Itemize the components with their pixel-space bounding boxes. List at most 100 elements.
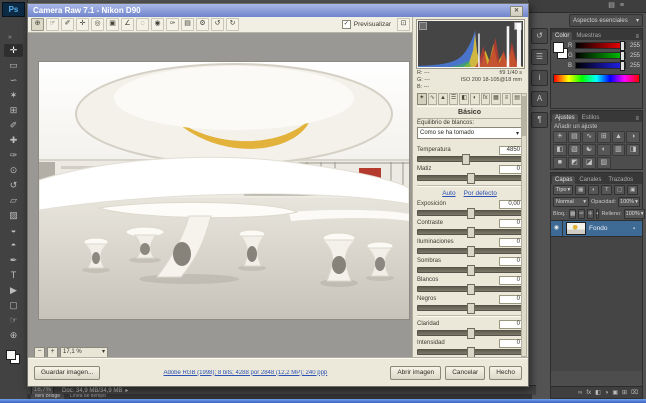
fill-value[interactable]: 100% ▾ <box>624 209 646 219</box>
adjustment-exposure-icon[interactable]: ⊞ <box>597 131 611 143</box>
slider-track[interactable] <box>417 248 522 254</box>
slider-value[interactable]: 0 <box>499 165 522 174</box>
layer-visibility-eye-icon[interactable]: ◉ <box>551 221 563 236</box>
zoom-tool-icon[interactable]: ⊕ <box>4 329 23 342</box>
foreground-color-swatch[interactable] <box>6 350 16 360</box>
tab-trazados[interactable]: Trazados <box>605 176 636 184</box>
slider-value[interactable]: 4850 <box>499 146 522 155</box>
spot-removal-tool-icon[interactable]: ◌ <box>136 18 149 31</box>
tab-ajustes[interactable]: Ajustes <box>552 114 578 122</box>
preferences-icon[interactable]: ⚙ <box>196 18 209 31</box>
marquee-tool-icon[interactable]: ▭ <box>4 59 23 72</box>
adjustment-vibrance-icon[interactable]: ▲ <box>612 131 626 143</box>
slider-value[interactable]: 0 <box>499 295 522 304</box>
tab-camera-calibration-icon[interactable]: ▦ <box>491 93 501 105</box>
rotate-right-icon[interactable]: ↻ <box>226 18 239 31</box>
filter-adjustment-layers-icon[interactable]: ◐ <box>588 185 599 195</box>
adjustment-brush-tool-icon[interactable]: ✑ <box>166 18 179 31</box>
tab-basic-icon[interactable]: ✦ <box>417 93 427 105</box>
straighten-tool-icon[interactable]: ∠ <box>121 18 134 31</box>
gradient-tool-icon[interactable]: ▨ <box>4 209 23 222</box>
color-swatches[interactable] <box>553 42 568 69</box>
tab-estilos[interactable]: Estilos <box>579 114 603 122</box>
filter-pixel-layers-icon[interactable]: ▦ <box>575 185 586 195</box>
preview-checkbox[interactable]: ✓ <box>342 20 351 29</box>
slider-track[interactable] <box>417 175 522 181</box>
slider-track[interactable] <box>417 267 522 273</box>
slider-value[interactable]: 0 <box>499 257 522 266</box>
status-popup-arrow-icon[interactable]: ▸ <box>125 387 128 394</box>
link-layers-icon[interactable]: ∞ <box>578 388 582 398</box>
panel-scrollbar[interactable] <box>521 93 527 357</box>
adjustment-brightness-contrast-icon[interactable]: ☀ <box>553 131 567 143</box>
quick-selection-tool-icon[interactable]: ✶ <box>4 89 23 102</box>
white-balance-select[interactable]: Como se ha tomado ▾ <box>417 127 522 139</box>
save-image-button[interactable]: Guardar imagen... <box>34 366 100 380</box>
blur-tool-icon[interactable]: ◒ <box>4 224 23 237</box>
new-group-icon[interactable]: ▣ <box>612 388 618 398</box>
rotate-left-icon[interactable]: ↺ <box>211 18 224 31</box>
adjustment-posterize-icon[interactable]: ■ <box>553 157 567 169</box>
adjustment-hue-saturation-icon[interactable]: ◑ <box>626 131 640 143</box>
white-balance-tool-icon[interactable]: ✐ <box>61 18 74 31</box>
blue-value[interactable]: 255 <box>628 63 640 69</box>
layer-filter-select[interactable]: Tipo ▾ <box>553 185 573 195</box>
zoom-out-button[interactable]: − <box>34 347 45 358</box>
delete-layer-icon[interactable]: ⌧ <box>631 388 638 398</box>
tab-capas[interactable]: Capas <box>552 176 575 184</box>
shape-tool-icon[interactable]: ▢ <box>4 299 23 312</box>
zoom-level-select[interactable]: 17,1 % ▾ <box>60 347 108 358</box>
tab-color[interactable]: Color <box>552 32 572 40</box>
slider-track[interactable] <box>417 156 522 162</box>
default-link[interactable]: Por defecto <box>464 190 497 197</box>
slider-value[interactable]: 0,00 <box>499 200 522 209</box>
dodge-tool-icon[interactable]: ◓ <box>4 239 23 252</box>
green-value[interactable]: 255 <box>628 53 640 59</box>
zoom-in-button[interactable]: + <box>47 347 58 358</box>
hand-tool-icon[interactable]: ☞ <box>4 314 23 327</box>
eyedropper-tool-icon[interactable]: ✐ <box>4 119 23 132</box>
adjustment-color-lookup-icon[interactable]: ▥ <box>612 144 626 156</box>
open-image-button[interactable]: Abrir imagen <box>390 366 441 380</box>
app-bar-menu-icon[interactable]: ≡ <box>620 1 624 11</box>
slider-track[interactable] <box>417 286 522 292</box>
slider-value[interactable]: 0 <box>499 320 522 329</box>
tab-hsl-grayscale-icon[interactable]: ☰ <box>449 93 459 105</box>
new-adjustment-layer-icon[interactable]: ◑ <box>605 388 609 398</box>
layer-style-fx-icon[interactable]: fx <box>586 388 591 398</box>
blue-slider[interactable] <box>575 62 626 69</box>
type-tool-icon[interactable]: T <box>4 269 23 282</box>
adjustment-channel-mixer-icon[interactable]: ◐ <box>597 144 611 156</box>
slider-track[interactable] <box>417 210 522 216</box>
auto-link[interactable]: Auto <box>442 190 455 197</box>
adjustment-selective-color-icon[interactable]: ◪ <box>582 157 596 169</box>
panel-menu-icon[interactable]: ≡ <box>635 34 641 40</box>
properties-panel-icon[interactable]: ☰ <box>531 49 548 65</box>
toolbar-collapse-icon[interactable]: » <box>8 34 12 41</box>
workflow-options-link[interactable]: Adobe RGB (1998); 8 bits; 4288 por 2848 … <box>106 370 384 376</box>
filter-smart-objects-icon[interactable]: ▣ <box>627 185 638 195</box>
lock-all-icon[interactable]: ▪ <box>596 209 600 219</box>
red-slider[interactable] <box>575 42 626 49</box>
cancel-button[interactable]: Cancelar <box>445 366 485 380</box>
adjustment-threshold-icon[interactable]: ◩ <box>568 157 582 169</box>
tab-effects-icon[interactable]: fx <box>481 93 491 105</box>
slider-track[interactable] <box>417 349 522 355</box>
hand-tool-icon[interactable]: ☞ <box>46 18 59 31</box>
lock-transparency-icon[interactable]: ▩ <box>569 209 576 219</box>
green-slider[interactable] <box>575 52 626 59</box>
adjustment-levels-icon[interactable]: ▤ <box>568 131 582 143</box>
crop-tool-icon[interactable]: ▣ <box>106 18 119 31</box>
targeted-adjustment-tool-icon[interactable]: ◎ <box>91 18 104 31</box>
adjustment-invert-icon[interactable]: ◨ <box>626 144 640 156</box>
info-panel-icon[interactable]: i <box>531 70 548 86</box>
tab-lens-corrections-icon[interactable]: ◐ <box>470 93 480 105</box>
slider-track[interactable] <box>417 229 522 235</box>
add-layer-mask-icon[interactable]: ◧ <box>595 388 601 398</box>
paragraph-panel-icon[interactable]: ¶ <box>531 112 548 128</box>
tab-presets-icon[interactable]: ≡ <box>502 93 512 105</box>
tab-canales[interactable]: Canales <box>576 176 604 184</box>
red-eye-tool-icon[interactable]: ◉ <box>151 18 164 31</box>
done-button[interactable]: Hecho <box>489 366 522 380</box>
history-panel-icon[interactable]: ↺ <box>531 28 548 44</box>
